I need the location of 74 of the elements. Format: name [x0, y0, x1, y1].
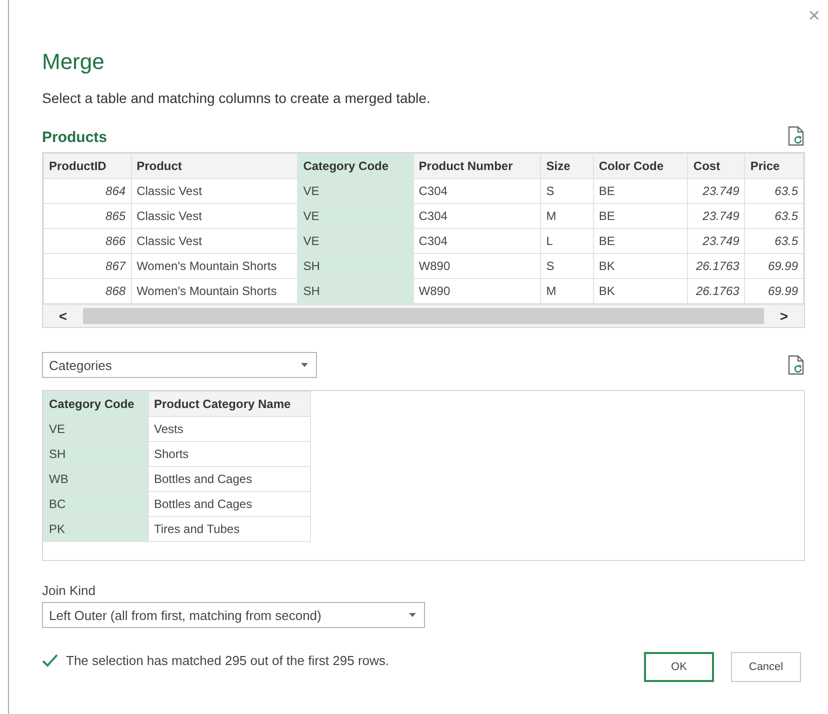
table-cell: C304 — [413, 204, 541, 228]
column-header[interactable]: Price — [744, 154, 804, 178]
table-cell: BK — [593, 254, 688, 278]
table-cell: C304 — [413, 228, 541, 254]
table-cell: BE — [593, 204, 688, 228]
table-cell: VE — [44, 416, 148, 442]
join-kind-label: Join Kind — [42, 583, 96, 598]
table-name: Products — [42, 129, 108, 146]
status-text: The selection has matched 295 out of the first 295 rows. — [66, 652, 390, 668]
column-header[interactable]: ProductID — [44, 154, 132, 178]
table-cell: BE — [593, 228, 688, 254]
table-cell: 69.99 — [744, 278, 804, 304]
table-cell: 868 — [44, 278, 132, 304]
table-cell: S — [540, 178, 594, 204]
table-cell: 69.99 — [744, 254, 804, 278]
table-cell: BC — [44, 492, 148, 516]
table-cell: Women's Mountain Shorts — [131, 278, 298, 304]
table-cell: SH — [298, 254, 414, 278]
table-cell: Bottles and Cages — [148, 492, 310, 516]
scrollbar-thumb[interactable] — [83, 308, 764, 324]
table-cell: Tires and Tubes — [148, 516, 310, 542]
table-cell: 865 — [44, 204, 132, 228]
refresh-file-icon[interactable] — [788, 126, 804, 146]
table-cell: 26.1763 — [688, 278, 745, 304]
table-cell: 63.5 — [744, 228, 804, 254]
column-header[interactable]: Product Category Name — [148, 392, 310, 416]
column-header[interactable]: Color Code — [593, 154, 688, 178]
table-cell: BE — [593, 178, 688, 204]
table-cell: VE — [298, 228, 414, 254]
table-cell: SH — [44, 442, 148, 466]
table-cell: Classic Vest — [131, 228, 298, 254]
table-cell: Bottles and Cages — [148, 466, 310, 492]
table-cell: 63.5 — [744, 204, 804, 228]
table-cell: Shorts — [148, 442, 310, 466]
table-cell: PK — [44, 516, 148, 542]
dropdown-arrow-icon — [409, 613, 416, 617]
table-cell: WB — [44, 466, 148, 492]
table-cell: Vests — [148, 416, 310, 442]
table-cell: L — [540, 228, 594, 254]
table-cell: W890 — [413, 254, 541, 278]
table-cell: C304 — [413, 178, 541, 204]
table-cell: 23.749 — [688, 204, 745, 228]
table-cell: M — [540, 278, 594, 304]
table-cell: Classic Vest — [131, 204, 298, 228]
table-cell: Classic Vest — [131, 178, 298, 204]
table-cell: 23.749 — [688, 228, 745, 254]
table-cell: 867 — [44, 254, 132, 278]
table-cell: 26.1763 — [688, 254, 745, 278]
table-cell: Women's Mountain Shorts — [131, 254, 298, 278]
column-header[interactable]: Product — [131, 154, 298, 178]
table-cell: 63.5 — [744, 178, 804, 204]
table-dropdown[interactable]: Categories — [42, 352, 317, 378]
column-header[interactable]: Size — [540, 154, 594, 178]
join-kind-dropdown[interactable]: Left Outer (all from first, matching from second) — [42, 602, 425, 628]
table-cell: W890 — [413, 278, 541, 304]
instruction-text: Select a table and matching columns to create a merged table. — [42, 90, 432, 106]
table-cell: S — [540, 254, 594, 278]
table-cell: SH — [298, 278, 414, 304]
column-header[interactable]: Cost — [688, 154, 745, 178]
ok-button[interactable]: OK — [644, 652, 714, 682]
column-header[interactable]: Product Number — [413, 154, 541, 178]
table-cell: 864 — [44, 178, 132, 204]
table-cell: M — [540, 204, 594, 228]
table-cell: VE — [298, 204, 414, 228]
table-cell: VE — [298, 178, 414, 204]
column-header[interactable]: Category Code — [44, 392, 148, 416]
table-cell: 23.749 — [688, 178, 745, 204]
refresh-file-icon[interactable] — [788, 355, 804, 375]
dialog-title: Merge — [42, 48, 106, 76]
column-header[interactable]: Category Code — [298, 154, 414, 178]
dropdown-arrow-icon — [301, 363, 308, 367]
cancel-button[interactable]: Cancel — [731, 652, 801, 682]
table-cell: 866 — [44, 228, 132, 254]
table-cell: BK — [593, 278, 688, 304]
